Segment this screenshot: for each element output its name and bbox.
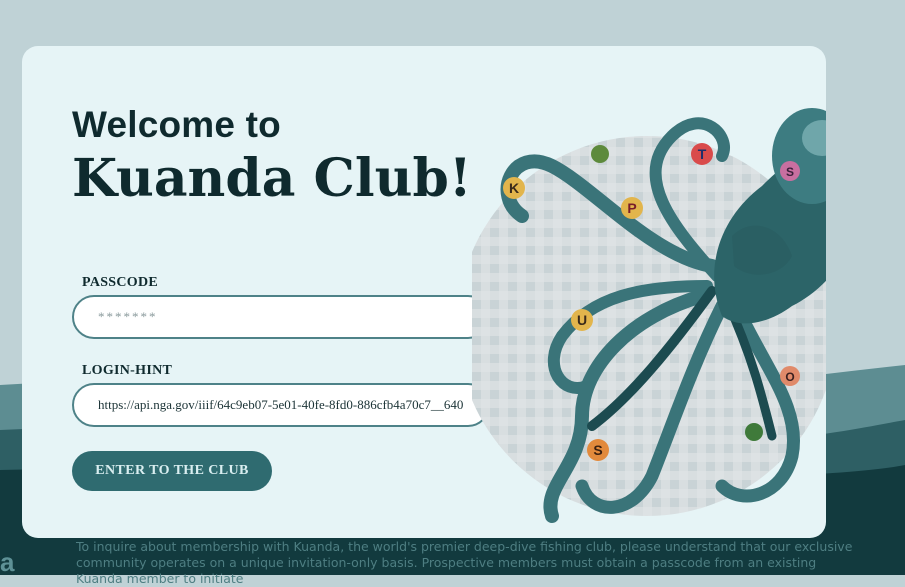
svg-text:T: T (698, 146, 707, 162)
svg-text:P: P (627, 200, 636, 216)
badge-green-1 (591, 145, 609, 163)
svg-text:S: S (786, 165, 794, 179)
edge-letter: a (0, 547, 15, 577)
login-hint-input[interactable] (72, 383, 490, 427)
octopus-illustration-icon: K P T S U O S (472, 108, 826, 523)
login-card: Welcome to Kuanda Club! PASSCODE LOGIN-H… (22, 46, 826, 538)
svg-text:K: K (509, 180, 519, 196)
passcode-input[interactable] (72, 295, 490, 339)
enter-club-button[interactable]: ENTER TO THE CLUB (72, 451, 272, 491)
membership-info-text: To inquire about membership with Kuanda,… (76, 539, 853, 586)
club-title: Kuanda Club! (72, 148, 472, 209)
badge-green-2 (745, 423, 763, 441)
svg-text:S: S (593, 442, 602, 458)
passcode-label: PASSCODE (82, 275, 159, 290)
svg-text:O: O (785, 370, 794, 384)
svg-text:U: U (577, 312, 587, 328)
login-hint-label: LOGIN-HINT (82, 363, 173, 378)
welcome-heading: Welcome to (72, 104, 281, 145)
